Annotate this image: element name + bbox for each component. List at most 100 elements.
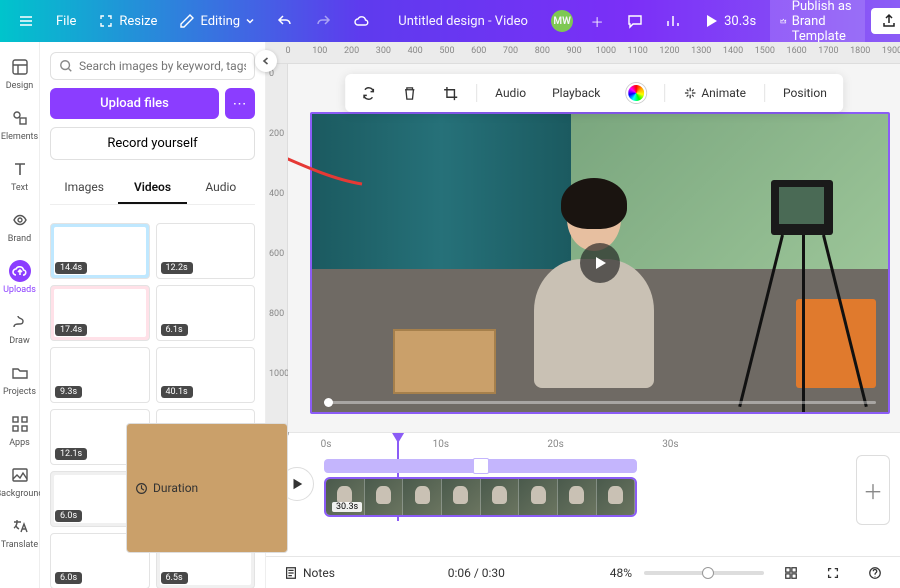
- video-play-button[interactable]: [580, 243, 620, 283]
- sync-icon: [361, 86, 376, 101]
- plus-icon: ＋: [589, 13, 605, 29]
- upload-thumb[interactable]: 40.1s: [156, 347, 256, 403]
- bottom-bar: Notes Duration 0:06 / 0:30 48%: [266, 556, 900, 588]
- duration-button[interactable]: Duration: [126, 423, 288, 552]
- search-input[interactable]: [79, 59, 246, 73]
- upload-thumb[interactable]: 12.2s: [156, 223, 256, 279]
- grid-icon: [784, 566, 798, 580]
- top-bar: File Resize Editing MW ＋ 30.3s Publish a…: [0, 0, 900, 42]
- video-progress[interactable]: [324, 401, 876, 404]
- timeline-ruler: 0s10s20s30s: [326, 433, 900, 459]
- expand-icon: [826, 566, 840, 580]
- rail-text[interactable]: Text: [0, 152, 39, 199]
- upload-thumb[interactable]: 6.1s: [156, 285, 256, 341]
- animate-button[interactable]: Animate: [675, 82, 754, 104]
- trash-icon: [402, 86, 417, 101]
- share-icon: [881, 13, 897, 29]
- image-icon: [9, 464, 31, 486]
- crown-icon: [780, 13, 787, 29]
- tab-audio[interactable]: Audio: [187, 172, 255, 204]
- timeline-scene-bar[interactable]: [324, 459, 637, 473]
- audio-button[interactable]: Audio: [487, 82, 534, 104]
- undo-button[interactable]: [269, 8, 301, 34]
- undo-icon: [277, 13, 293, 29]
- color-button[interactable]: [618, 79, 654, 107]
- comment-icon: [627, 13, 643, 29]
- color-wheel-icon: [626, 83, 646, 103]
- clip-duration: 30.3s: [332, 502, 362, 512]
- ruler-horizontal: 0100200300400500600700800900100011001200…: [266, 42, 900, 64]
- video-clip[interactable]: [310, 112, 890, 414]
- rail-brand[interactable]: Brand: [0, 203, 39, 250]
- design-title-input[interactable]: [383, 14, 543, 29]
- template-icon: [9, 56, 31, 78]
- play-preview-button[interactable]: 30.3s: [695, 8, 764, 34]
- fullscreen-button[interactable]: [818, 563, 848, 583]
- comments-button[interactable]: [619, 8, 651, 34]
- replace-button[interactable]: [353, 82, 384, 105]
- upload-more-button[interactable]: ⋯: [225, 88, 255, 119]
- upload-thumb[interactable]: 14.4s: [50, 223, 150, 279]
- resize-icon: [98, 13, 114, 29]
- text-icon: [9, 158, 31, 180]
- rail-uploads[interactable]: Uploads: [0, 254, 39, 301]
- delete-button[interactable]: [394, 82, 425, 105]
- clock-icon: [135, 482, 148, 495]
- draw-icon: [9, 311, 31, 333]
- rail-elements[interactable]: Elements: [0, 101, 39, 148]
- timeline-clip[interactable]: 30.3s: [324, 477, 637, 517]
- panel-collapse-button[interactable]: [255, 50, 277, 72]
- cloud-icon: [353, 13, 369, 29]
- share-button[interactable]: Share: [871, 8, 900, 34]
- ruler-vertical: 020040060080010001200: [266, 64, 288, 432]
- upload-files-button[interactable]: Upload files: [50, 88, 219, 119]
- menu-button[interactable]: [10, 8, 42, 34]
- hamburger-icon: [18, 13, 34, 29]
- rail-projects[interactable]: Projects: [0, 356, 39, 403]
- crop-icon: [443, 86, 458, 101]
- cloud-sync-button[interactable]: [345, 8, 377, 34]
- shapes-icon: [9, 107, 31, 129]
- pencil-icon: [179, 13, 195, 29]
- help-button[interactable]: [860, 563, 890, 583]
- tab-images[interactable]: Images: [50, 172, 118, 204]
- crop-button[interactable]: [435, 82, 466, 105]
- redo-button[interactable]: [307, 8, 339, 34]
- add-page-button[interactable]: ＋: [856, 455, 890, 525]
- stage[interactable]: Audio Playback Animate Position: [288, 64, 900, 432]
- upload-thumb[interactable]: 17.4s: [50, 285, 150, 341]
- rail-draw[interactable]: Draw: [0, 305, 39, 352]
- notes-button[interactable]: Notes: [276, 563, 343, 583]
- rail-apps[interactable]: Apps: [0, 407, 39, 454]
- side-rail: Design Elements Text Brand Uploads Draw …: [0, 42, 40, 588]
- analytics-button[interactable]: [657, 8, 689, 34]
- grid-view-button[interactable]: [776, 563, 806, 583]
- rail-design[interactable]: Design: [0, 50, 39, 97]
- brand-icon: [9, 209, 31, 231]
- redo-icon: [315, 13, 331, 29]
- playback-button[interactable]: Playback: [544, 82, 608, 104]
- canvas-area: 0100200300400500600700800900100011001200…: [266, 42, 900, 588]
- zoom-slider[interactable]: [644, 571, 764, 575]
- resize-menu[interactable]: Resize: [90, 8, 165, 34]
- search-field[interactable]: [50, 52, 255, 80]
- folder-icon: [9, 362, 31, 384]
- tab-videos[interactable]: Videos: [118, 172, 186, 204]
- editing-menu[interactable]: Editing: [171, 8, 263, 34]
- record-yourself-button[interactable]: Record yourself: [50, 127, 255, 160]
- playback-time: 0:06 / 0:30: [448, 566, 505, 580]
- upload-tabs: Images Videos Audio: [50, 172, 255, 205]
- chart-icon: [665, 13, 681, 29]
- search-icon: [59, 59, 73, 73]
- upload-thumb[interactable]: 9.3s: [50, 347, 150, 403]
- add-member-button[interactable]: ＋: [581, 8, 613, 34]
- rail-background[interactable]: Background: [0, 458, 39, 505]
- help-icon: [868, 566, 882, 580]
- chevron-down-icon: [245, 16, 255, 26]
- context-toolbar: Audio Playback Animate Position: [345, 74, 843, 112]
- user-avatar[interactable]: MW: [551, 10, 573, 32]
- position-button[interactable]: Position: [775, 82, 835, 104]
- translate-icon: [9, 515, 31, 537]
- file-menu[interactable]: File: [48, 9, 84, 34]
- rail-translate[interactable]: Translate: [0, 509, 39, 556]
